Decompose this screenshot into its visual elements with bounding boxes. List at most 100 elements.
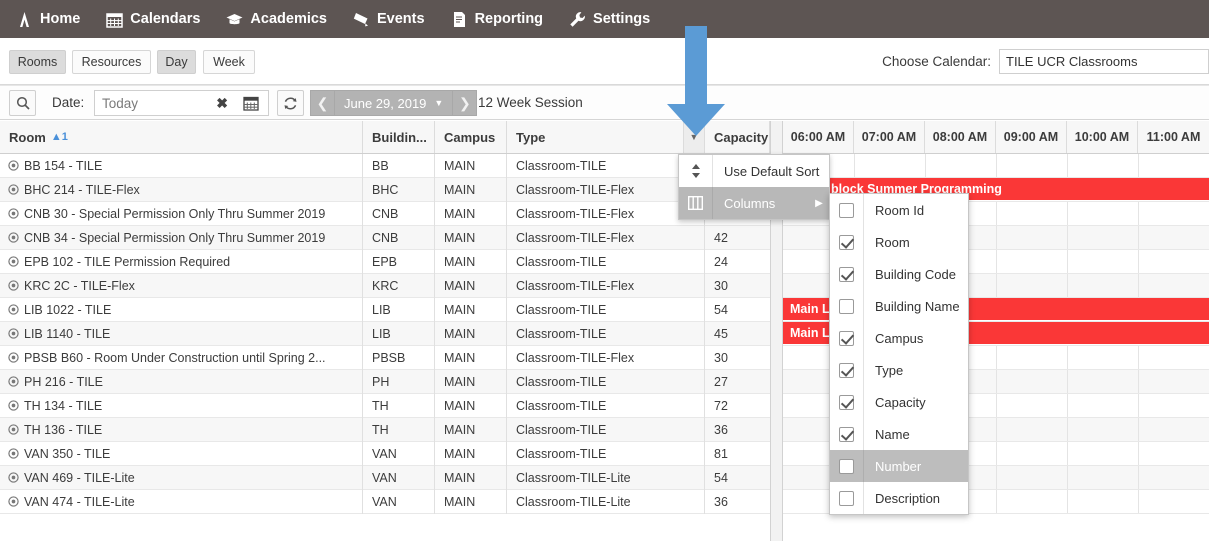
room-cell[interactable]: CNB 34 - Special Permission Only Thru Su… xyxy=(0,225,363,250)
campus-cell: MAIN xyxy=(435,153,507,178)
column-header-room[interactable]: Room ▲1 xyxy=(0,121,363,153)
close-x-icon[interactable]: ✖ xyxy=(216,95,228,111)
checkbox-unchecked-icon[interactable] xyxy=(839,458,854,474)
column-header-capacity[interactable]: Capacity xyxy=(705,121,770,153)
table-row[interactable]: VAN 474 - TILE-Lite VAN MAIN Classroom-T… xyxy=(0,489,770,514)
checkbox-checked-icon[interactable] xyxy=(839,394,854,410)
date-field-wrapper: ✖ xyxy=(94,90,269,116)
context-menu-item-columns[interactable]: Columns ▶ xyxy=(679,187,829,219)
nav-item-reporting[interactable]: Reporting xyxy=(451,11,543,28)
column-toggle-number[interactable]: Number xyxy=(830,450,968,482)
column-toggle-room-id[interactable]: Room Id xyxy=(830,194,968,226)
table-row[interactable]: TH 136 - TILE TH MAIN Classroom-TILE 36 xyxy=(0,417,770,442)
nav-item-calendars[interactable]: Calendars xyxy=(106,11,200,28)
room-cell[interactable]: BB 154 - TILE xyxy=(0,153,363,178)
tab-week[interactable]: Week xyxy=(203,50,255,74)
chevron-right-icon[interactable]: ❯ xyxy=(452,90,478,116)
column-toggle-capacity[interactable]: Capacity xyxy=(830,386,968,418)
choose-calendar-input[interactable] xyxy=(999,49,1209,74)
table-row[interactable]: LIB 1140 - TILE LIB MAIN Classroom-TILE … xyxy=(0,321,770,346)
checkbox-wrapper[interactable] xyxy=(830,450,864,482)
room-cell[interactable]: EPB 102 - TILE Permission Required xyxy=(0,249,363,274)
table-row[interactable]: EPB 102 - TILE Permission Required EPB M… xyxy=(0,249,770,274)
table-row[interactable]: VAN 469 - TILE-Lite VAN MAIN Classroom-T… xyxy=(0,465,770,490)
column-toggle-building-name[interactable]: Building Name xyxy=(830,290,968,322)
table-row[interactable]: BHC 214 - TILE-Flex BHC MAIN Classroom-T… xyxy=(0,177,770,202)
date-input[interactable] xyxy=(95,91,215,115)
room-cell[interactable]: KRC 2C - TILE-Flex xyxy=(0,273,363,298)
checkbox-wrapper[interactable] xyxy=(830,354,864,386)
target-circle-icon xyxy=(8,424,19,435)
checkbox-unchecked-icon[interactable] xyxy=(839,202,854,218)
room-cell[interactable]: BHC 214 - TILE-Flex xyxy=(0,177,363,202)
checkbox-checked-icon[interactable] xyxy=(839,362,854,378)
context-menu-item-use-default-sort[interactable]: Use Default Sort xyxy=(679,155,829,187)
table-row[interactable]: CNB 34 - Special Permission Only Thru Su… xyxy=(0,225,770,250)
column-toggle-type[interactable]: Type xyxy=(830,354,968,386)
checkbox-wrapper[interactable] xyxy=(830,482,864,514)
tab-day[interactable]: Day xyxy=(157,50,196,74)
checkbox-unchecked-icon[interactable] xyxy=(839,490,854,506)
room-cell[interactable]: LIB 1140 - TILE xyxy=(0,321,363,346)
table-row[interactable]: TH 134 - TILE TH MAIN Classroom-TILE 72 xyxy=(0,393,770,418)
checkbox-checked-icon[interactable] xyxy=(839,234,854,250)
type-cell: Classroom-TILE xyxy=(507,153,705,178)
room-name: CNB 34 - Special Permission Only Thru Su… xyxy=(24,230,326,245)
table-row[interactable]: KRC 2C - TILE-Flex KRC MAIN Classroom-TI… xyxy=(0,273,770,298)
tab-resources[interactable]: Resources xyxy=(72,50,151,74)
checkbox-unchecked-icon[interactable] xyxy=(839,298,854,314)
table-row[interactable]: PBSB B60 - Room Under Construction until… xyxy=(0,345,770,370)
nav-item-home[interactable]: Home xyxy=(16,11,80,28)
nav-item-academics[interactable]: Academics xyxy=(226,11,327,28)
room-cell[interactable]: VAN 474 - TILE-Lite xyxy=(0,489,363,514)
room-cell[interactable]: TH 134 - TILE xyxy=(0,393,363,418)
column-header-campus[interactable]: Campus xyxy=(435,121,507,153)
current-date-button[interactable]: June 29, 2019 ▼ xyxy=(335,90,453,116)
nav-item-settings[interactable]: Settings xyxy=(569,11,650,28)
column-toggle-building-code[interactable]: Building Code xyxy=(830,258,968,290)
refresh-button[interactable] xyxy=(277,90,304,116)
column-toggle-room[interactable]: Room xyxy=(830,226,968,258)
type-cell: Classroom-TILE xyxy=(507,393,705,418)
tab-rooms[interactable]: Rooms xyxy=(9,50,66,74)
column-context-menu: Use Default Sort Columns ▶ xyxy=(678,154,830,220)
checkbox-wrapper[interactable] xyxy=(830,258,864,290)
room-cell[interactable]: LIB 1022 - TILE xyxy=(0,297,363,322)
column-toggle-campus[interactable]: Campus xyxy=(830,322,968,354)
table-row[interactable]: CNB 30 - Special Permission Only Thru Su… xyxy=(0,201,770,226)
building-cell: VAN xyxy=(363,489,435,514)
column-toggle-name[interactable]: Name xyxy=(830,418,968,450)
search-button[interactable] xyxy=(9,90,36,116)
checkbox-checked-icon[interactable] xyxy=(839,266,854,282)
table-row[interactable]: VAN 350 - TILE VAN MAIN Classroom-TILE 8… xyxy=(0,441,770,466)
room-cell[interactable]: PH 216 - TILE xyxy=(0,369,363,394)
room-cell[interactable]: PBSB B60 - Room Under Construction until… xyxy=(0,345,363,370)
checkbox-wrapper[interactable] xyxy=(830,194,864,226)
room-cell[interactable]: VAN 469 - TILE-Lite xyxy=(0,465,363,490)
table-row[interactable]: LIB 1022 - TILE LIB MAIN Classroom-TILE … xyxy=(0,297,770,322)
room-cell[interactable]: VAN 350 - TILE xyxy=(0,441,363,466)
checkbox-wrapper[interactable] xyxy=(830,290,864,322)
schedule-row[interactable] xyxy=(783,154,1209,178)
column-header-type[interactable]: Type xyxy=(507,121,683,153)
checkbox-checked-icon[interactable] xyxy=(839,330,854,346)
room-name: BB 154 - TILE xyxy=(24,158,103,173)
table-row[interactable]: BB 154 - TILE BB MAIN Classroom-TILE xyxy=(0,153,770,178)
choose-calendar-label: Choose Calendar: xyxy=(882,54,991,69)
column-toggle-description[interactable]: Description xyxy=(830,482,968,514)
checkbox-wrapper[interactable] xyxy=(830,226,864,258)
checkbox-wrapper[interactable] xyxy=(830,418,864,450)
checkbox-checked-icon[interactable] xyxy=(839,426,854,442)
nav-item-events[interactable]: Events xyxy=(353,11,425,28)
checkbox-wrapper[interactable] xyxy=(830,386,864,418)
capacity-cell: 24 xyxy=(714,254,728,269)
chevron-left-icon[interactable]: ❮ xyxy=(310,90,335,116)
column-header-building[interactable]: Buildin... xyxy=(363,121,435,153)
checkbox-wrapper[interactable] xyxy=(830,322,864,354)
table-row[interactable]: PH 216 - TILE PH MAIN Classroom-TILE 27 xyxy=(0,369,770,394)
column-menu-dropdown-trigger[interactable]: ▼ xyxy=(683,121,705,153)
room-cell[interactable]: CNB 30 - Special Permission Only Thru Su… xyxy=(0,201,363,226)
calendar-picker-icon[interactable] xyxy=(243,95,259,116)
campus-cell: MAIN xyxy=(435,297,507,322)
room-cell[interactable]: TH 136 - TILE xyxy=(0,417,363,442)
